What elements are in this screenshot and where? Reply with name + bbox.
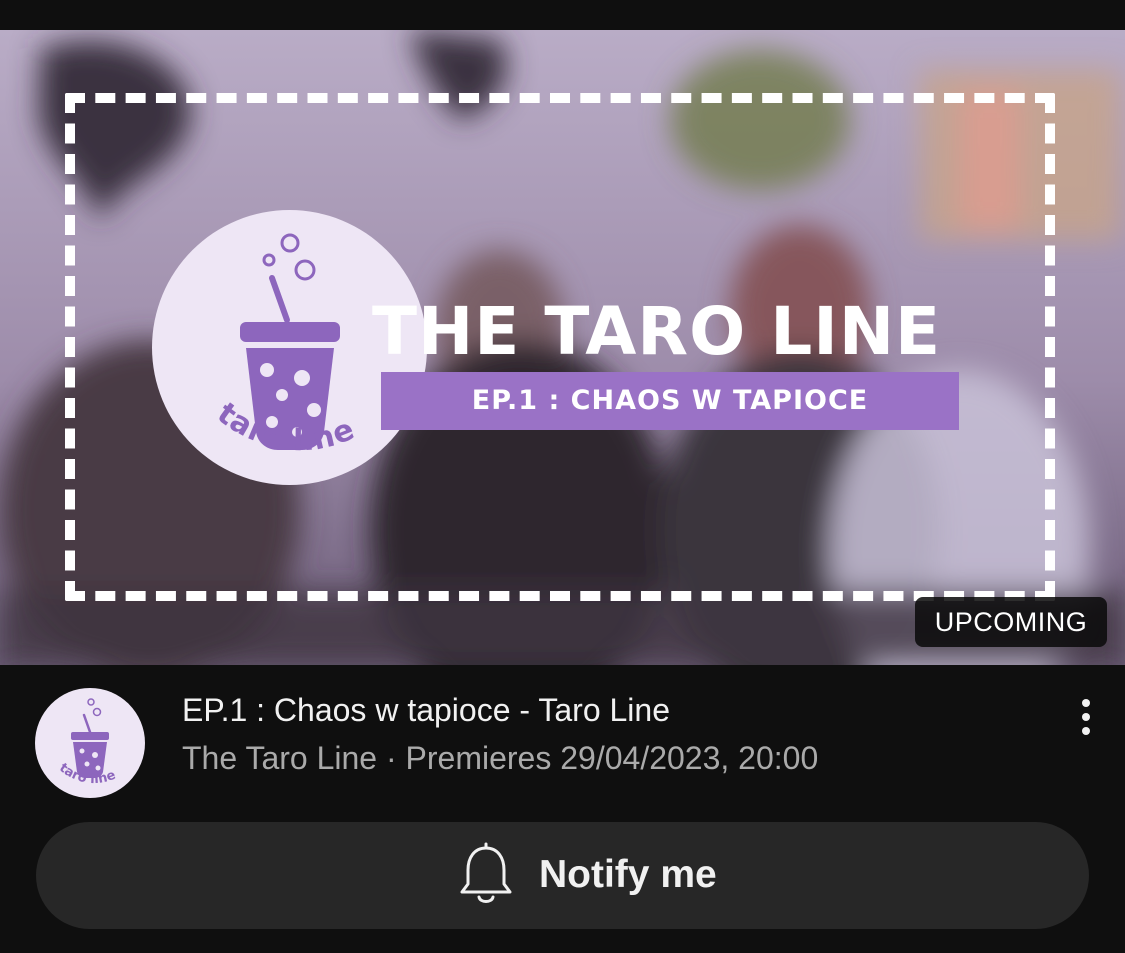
channel-avatar[interactable]: taro line bbox=[35, 688, 145, 798]
bell-icon bbox=[460, 842, 512, 903]
svg-text:taro line: taro line bbox=[211, 396, 360, 458]
video-thumbnail[interactable]: taro line THE TARO LINE EP.1 : CHAOS W T… bbox=[0, 30, 1125, 665]
notify-me-button[interactable]: Notify me bbox=[36, 822, 1089, 929]
more-vert-icon[interactable] bbox=[1066, 693, 1106, 741]
episode-banner: EP.1 : CHAOS W TAPIOCE bbox=[381, 372, 959, 430]
video-title[interactable]: EP.1 : Chaos w tapioce - Taro Line bbox=[182, 688, 1032, 732]
bubble-tea-cup-icon: taro line bbox=[56, 698, 118, 787]
status-bar-strip bbox=[0, 0, 1125, 30]
notify-me-label: Notify me bbox=[539, 853, 717, 896]
show-title: THE TARO LINE bbox=[372, 293, 942, 370]
upcoming-badge: UPCOMING bbox=[915, 597, 1107, 647]
video-meta: The Taro Line · Premieres 29/04/2023, 20… bbox=[182, 740, 819, 776]
